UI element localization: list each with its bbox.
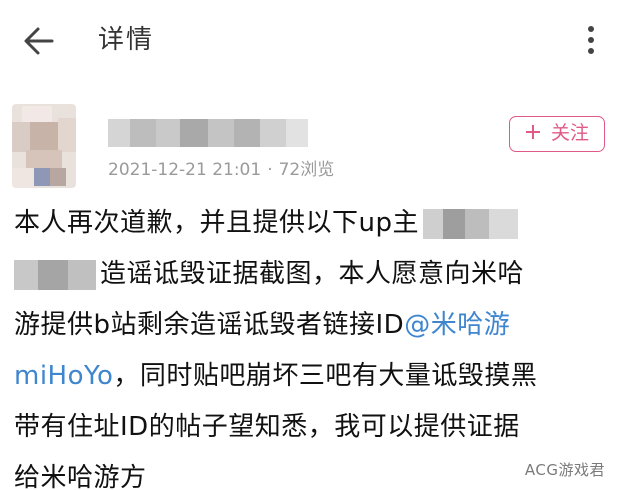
post-content: 本人再次道歉，并且提供以下up主 造谣诋毁证据截图，本人愿意向米哈 游提供b站剩… (14, 198, 609, 490)
avatar[interactable] (12, 104, 76, 188)
post-text-3: 游提供b站剩余造谣诋毁者链接ID (14, 310, 405, 340)
post-line-1: 本人再次道歉，并且提供以下up主 (14, 198, 609, 249)
follow-label: 关注 (551, 122, 590, 144)
mention-link[interactable]: @米哈游 (404, 310, 510, 340)
top-bar: 详情 (0, 0, 617, 82)
author-name-redacted[interactable] (108, 119, 308, 147)
post-detail-page: 详情 2021-12-21 21:01 · 72浏览 关注 本人再次道歉，并且提… (0, 0, 617, 490)
mention-link-continued[interactable]: miHoYo (14, 361, 113, 391)
redacted-username (422, 208, 518, 239)
meta-separator: · (267, 160, 273, 180)
watermark: ACG游戏君 (524, 461, 605, 479)
post-text-6: 给米哈游方 (14, 463, 147, 490)
post-meta: 2021-12-21 21:01 · 72浏览 (108, 158, 334, 182)
arrow-left-icon (24, 27, 54, 55)
redacted-username (14, 259, 96, 290)
post-timestamp: 2021-12-21 21:01 (108, 160, 262, 180)
page-title: 详情 (98, 25, 155, 55)
post-line-3: 游提供b站剩余造谣诋毁者链接ID@米哈游 (14, 300, 609, 351)
back-button[interactable] (16, 18, 62, 64)
post-line-5: 带有住址ID的帖子望知悉，我可以提供证据 (14, 402, 609, 453)
more-vertical-icon (588, 26, 594, 54)
post-line-4: miHoYo，同时贴吧崩坏三吧有大量诋毁摸黑 (14, 351, 609, 402)
more-options-button[interactable] (576, 20, 606, 62)
post-text-2: 造谣诋毁证据截图，本人愿意向米哈 (100, 259, 525, 289)
plus-icon (525, 122, 547, 144)
post-text-1: 本人再次道歉，并且提供以下up主 (14, 208, 419, 238)
post-line-6: 给米哈游方 (14, 453, 609, 490)
follow-button[interactable]: 关注 (509, 116, 605, 152)
view-count: 72浏览 (278, 160, 335, 180)
post-line-2: 造谣诋毁证据截图，本人愿意向米哈 (14, 249, 609, 300)
post-text-4: ，同时贴吧崩坏三吧有大量诋毁摸黑 (113, 361, 538, 391)
post-text-5: 带有住址ID的帖子望知悉，我可以提供证据 (14, 412, 520, 442)
